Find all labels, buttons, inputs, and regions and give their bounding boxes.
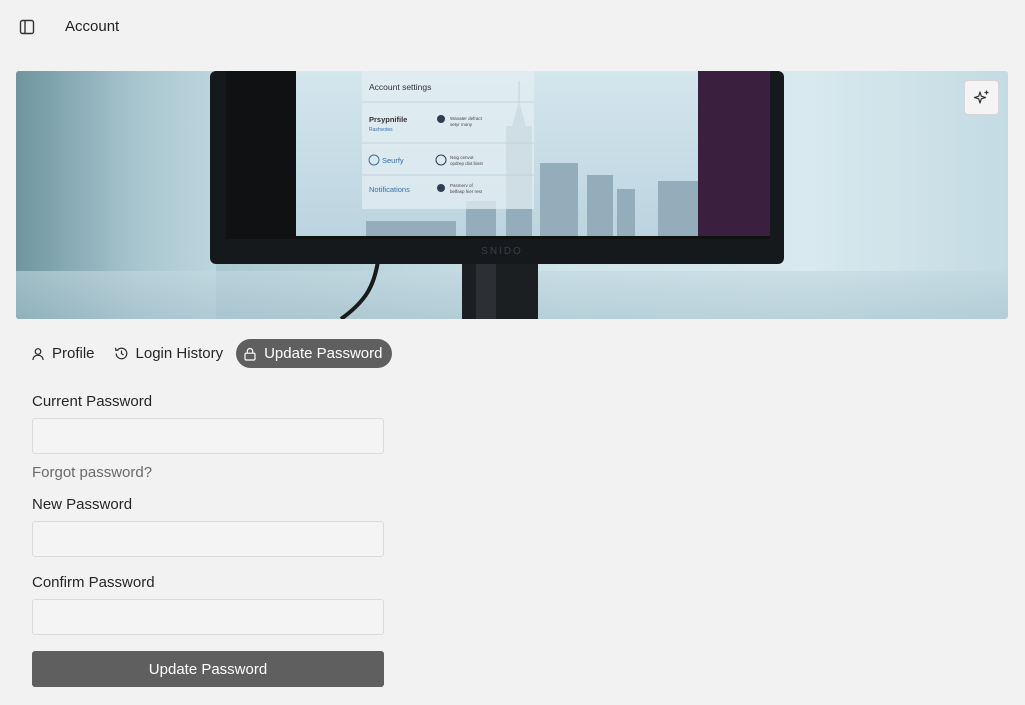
sidebar-panel-icon [19,19,35,35]
tab-label: Profile [52,345,95,362]
tab-login-history[interactable]: Login History [108,339,234,368]
tab-label: Update Password [264,345,383,362]
new-password-input[interactable] [32,521,384,557]
top-bar: Account [0,0,1025,54]
tab-update-password[interactable]: Update Password [236,339,393,368]
update-password-form: Current Password Forgot password? New Pa… [32,392,384,687]
page-title: Account [65,18,120,35]
lock-icon [242,346,258,362]
confirm-password-label: Confirm Password [32,574,155,591]
user-icon [437,115,445,123]
screen-row-detail: Nsig cenvot [450,155,474,160]
screen-row-label: Seurfy [382,156,404,165]
confirm-password-input[interactable] [32,599,384,635]
screen-row-label: Notifications [369,185,410,194]
history-icon [114,346,130,362]
user-icon [30,346,46,362]
screen-row-detail: opdrep dixt bisst [450,161,484,166]
ai-generate-button[interactable] [964,80,999,115]
forgot-password-link[interactable]: Forgot password? [32,463,152,483]
update-password-button[interactable]: Update Password [32,651,384,687]
sparkles-icon [973,90,988,104]
banner-image: Account settings Prsypnifile Rashvotes W… [16,71,1008,319]
account-tabs: Profile Login History Update Password [24,339,395,368]
screen-heading: Account settings [369,82,431,92]
user-icon [437,184,445,192]
screen-row-detail: setyr mony [450,122,473,127]
current-password-input[interactable] [32,418,384,454]
screen-row-detail: Wanater defract [450,116,483,121]
tab-label: Login History [135,345,224,362]
screen-row-label: Prsypnifile [369,115,407,124]
screen-row-detail: Pasmerv of [450,183,474,188]
new-password-label: New Password [32,496,133,513]
current-password-label: Current Password [32,393,153,410]
monitor-brand-logo: SNIDO [481,246,523,257]
screen-row-sublabel: Rashvotes [369,127,393,133]
sidebar-toggle-button[interactable] [14,14,40,40]
screen-row-detail: belfasp hier rest [450,189,483,194]
tab-profile[interactable]: Profile [24,339,105,368]
